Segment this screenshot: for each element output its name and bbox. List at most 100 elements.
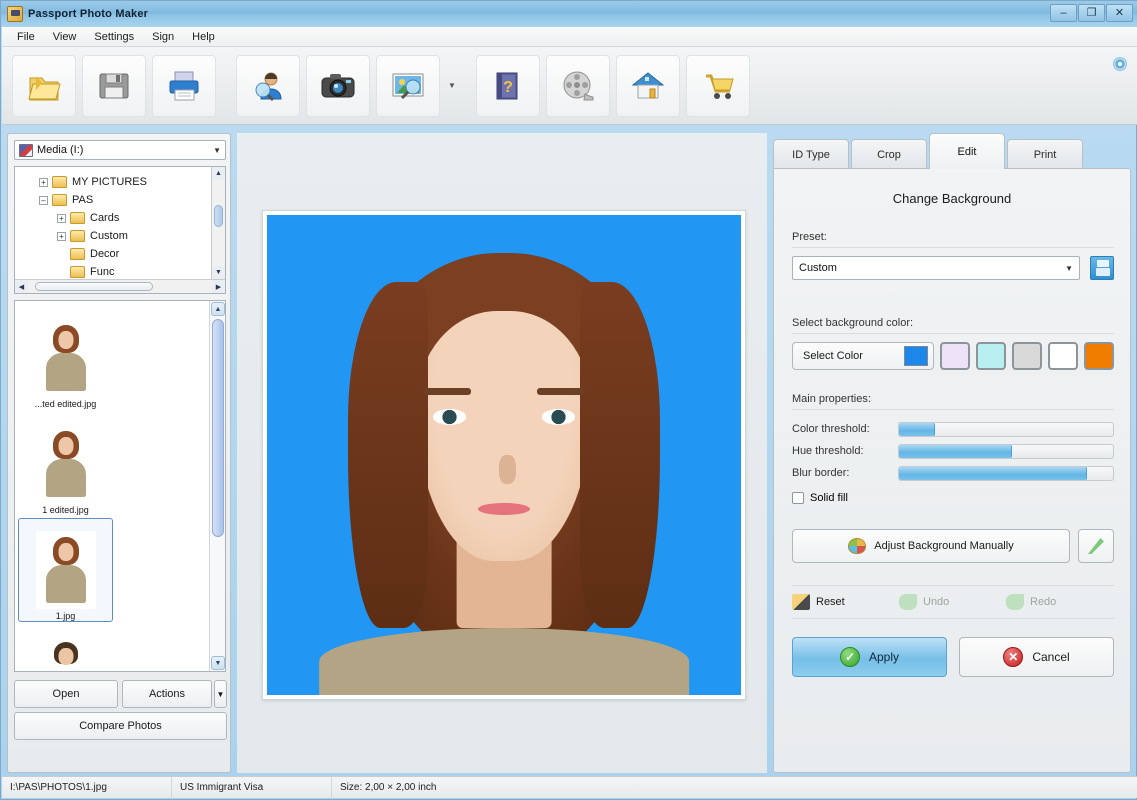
list-item[interactable]: 1 edited.jpg	[18, 412, 113, 516]
color-swatch-white[interactable]	[1048, 342, 1078, 370]
tree-item-pas[interactable]: – PAS	[39, 191, 211, 209]
toolbar-help-button[interactable]: ?	[476, 54, 540, 117]
close-button[interactable]: ✕	[1106, 4, 1133, 22]
divider	[792, 409, 1114, 410]
actions-button[interactable]: Actions	[122, 680, 212, 708]
toolbar-home-button[interactable]	[616, 54, 680, 117]
scrollbar-thumb[interactable]	[212, 319, 224, 537]
color-swatch-gray[interactable]	[1012, 342, 1042, 370]
tree-item-cards[interactable]: + Cards	[39, 209, 211, 227]
redo-label: Redo	[1030, 596, 1057, 608]
tab-crop[interactable]: Crop	[851, 139, 927, 169]
window-title: Passport Photo Maker	[28, 8, 149, 20]
drive-select[interactable]: Media (I:) ▼	[14, 140, 226, 160]
preset-select[interactable]: Custom ▼	[792, 256, 1080, 280]
tab-edit[interactable]: Edit	[929, 133, 1005, 169]
toolbar-video-tutorial-button[interactable]	[546, 54, 610, 117]
tab-strip: ID Type Crop Edit Print	[773, 133, 1131, 169]
solid-fill-checkbox[interactable]	[792, 492, 804, 504]
scrollbar-thumb[interactable]	[214, 205, 223, 227]
folder-tree[interactable]: + MY PICTURES – PAS + Cards + Custom Dec…	[14, 166, 226, 294]
info-circle-icon[interactable]	[1113, 57, 1127, 71]
tree-expander-icon[interactable]: +	[57, 213, 66, 223]
tree-item-decor[interactable]: Decor	[39, 245, 211, 263]
toolbar-order-button[interactable]	[686, 54, 750, 117]
blur-border-slider[interactable]	[898, 465, 1114, 481]
toolbar-preview-dropdown-caret[interactable]: ▼	[446, 55, 458, 117]
menu-item-settings[interactable]: Settings	[85, 29, 143, 45]
tab-print[interactable]: Print	[1007, 139, 1083, 169]
color-swatch-cyan[interactable]	[976, 342, 1006, 370]
tree-expander-icon[interactable]: +	[39, 177, 48, 187]
thumbnail-image	[35, 425, 96, 503]
tab-id-type[interactable]: ID Type	[773, 139, 849, 169]
solid-fill-row[interactable]: Solid fill	[792, 492, 1114, 504]
scroll-down-icon[interactable]: ▼	[212, 266, 225, 279]
list-item[interactable]: 10 edited.bmp	[18, 624, 113, 671]
toolbar-find-face-button[interactable]	[236, 54, 300, 117]
scrollbar-thumb[interactable]	[35, 282, 153, 291]
menu-item-view[interactable]: View	[44, 29, 86, 45]
reset-button[interactable]: Reset	[792, 594, 899, 610]
menu-item-file[interactable]: File	[8, 29, 44, 45]
toolbar-print-button[interactable]	[152, 54, 216, 117]
open-button[interactable]: Open	[14, 680, 118, 708]
photo-preview[interactable]	[267, 215, 741, 695]
toolbar-capture-button[interactable]	[306, 54, 370, 117]
cancel-button[interactable]: ✕ Cancel	[959, 637, 1114, 677]
history-group: Reset Undo Redo	[792, 581, 1114, 627]
tree-expander-icon[interactable]: –	[39, 195, 48, 205]
list-item[interactable]: ...ted edited.jpg	[18, 306, 113, 410]
undo-label: Undo	[923, 596, 950, 608]
thumbnail-list[interactable]: ...ted edited.jpg 1 edited.jpg 1.jpg ▲ ▼	[14, 300, 226, 672]
minimize-button[interactable]: –	[1050, 4, 1077, 22]
current-color-swatch[interactable]	[904, 346, 928, 366]
list-item[interactable]: 1.jpg	[18, 518, 113, 622]
save-preset-button[interactable]	[1090, 256, 1114, 280]
undo-button[interactable]: Undo	[899, 594, 1006, 610]
adjust-background-manually-button[interactable]: Adjust Background Manually	[792, 529, 1070, 563]
select-color-button[interactable]: Select Color	[792, 342, 934, 370]
folder-tree-vertical-scrollbar[interactable]: ▲ ▼	[211, 167, 225, 279]
toolbar-photo-preview-button[interactable]	[376, 54, 440, 117]
main-properties-label: Main properties:	[792, 393, 871, 405]
thumbnail-vertical-scrollbar[interactable]: ▲ ▼	[209, 301, 225, 671]
chevron-down-icon[interactable]: ▼	[213, 146, 221, 155]
menu-item-sign[interactable]: Sign	[143, 29, 183, 45]
slider-fill	[899, 422, 936, 436]
menu-item-help[interactable]: Help	[183, 29, 224, 45]
actions-dropdown-caret-icon[interactable]: ▼	[214, 680, 227, 708]
status-file-path: I:\PAS\PHOTOS\1.jpg	[2, 776, 172, 799]
tree-item-my-pictures[interactable]: + MY PICTURES	[39, 173, 211, 191]
thumbnail-image	[35, 637, 96, 671]
toolbar-save-button[interactable]	[82, 54, 146, 117]
chevron-down-icon[interactable]: ▼	[1065, 264, 1073, 273]
scroll-down-icon[interactable]: ▼	[211, 656, 225, 670]
scroll-right-icon[interactable]: ▶	[212, 280, 225, 293]
slider-fill	[899, 466, 1088, 480]
redo-button[interactable]: Redo	[1006, 594, 1113, 610]
color-threshold-row: Color threshold:	[792, 418, 1114, 440]
scroll-left-icon[interactable]: ◀	[15, 280, 28, 293]
eyedropper-button[interactable]	[1078, 529, 1114, 563]
tree-item-custom[interactable]: + Custom	[39, 227, 211, 245]
folder-tree-horizontal-scrollbar[interactable]: ◀ ▶	[15, 279, 225, 293]
tree-expander-icon[interactable]: +	[57, 231, 66, 241]
scroll-up-icon[interactable]: ▲	[212, 167, 225, 180]
hue-threshold-slider[interactable]	[898, 443, 1114, 459]
color-swatch-lavender[interactable]	[940, 342, 970, 370]
compare-photos-button[interactable]: Compare Photos	[14, 712, 227, 740]
color-swatch-orange[interactable]	[1084, 342, 1114, 370]
select-color-label: Select Color	[803, 350, 863, 362]
photo-canvas[interactable]	[237, 133, 767, 773]
camera-icon	[321, 73, 355, 97]
maximize-button[interactable]: ❐	[1078, 4, 1105, 22]
apply-button[interactable]: ✓ Apply	[792, 637, 947, 677]
scroll-up-icon[interactable]: ▲	[211, 302, 225, 316]
color-threshold-slider[interactable]	[898, 421, 1114, 437]
color-threshold-label: Color threshold:	[792, 423, 870, 435]
color-row: Select Color	[792, 342, 1114, 370]
toolbar-open-photo-button[interactable]	[12, 54, 76, 117]
tree-item-func[interactable]: Func	[39, 263, 211, 279]
thumbnail-grid: ...ted edited.jpg 1 edited.jpg 1.jpg	[15, 301, 209, 671]
